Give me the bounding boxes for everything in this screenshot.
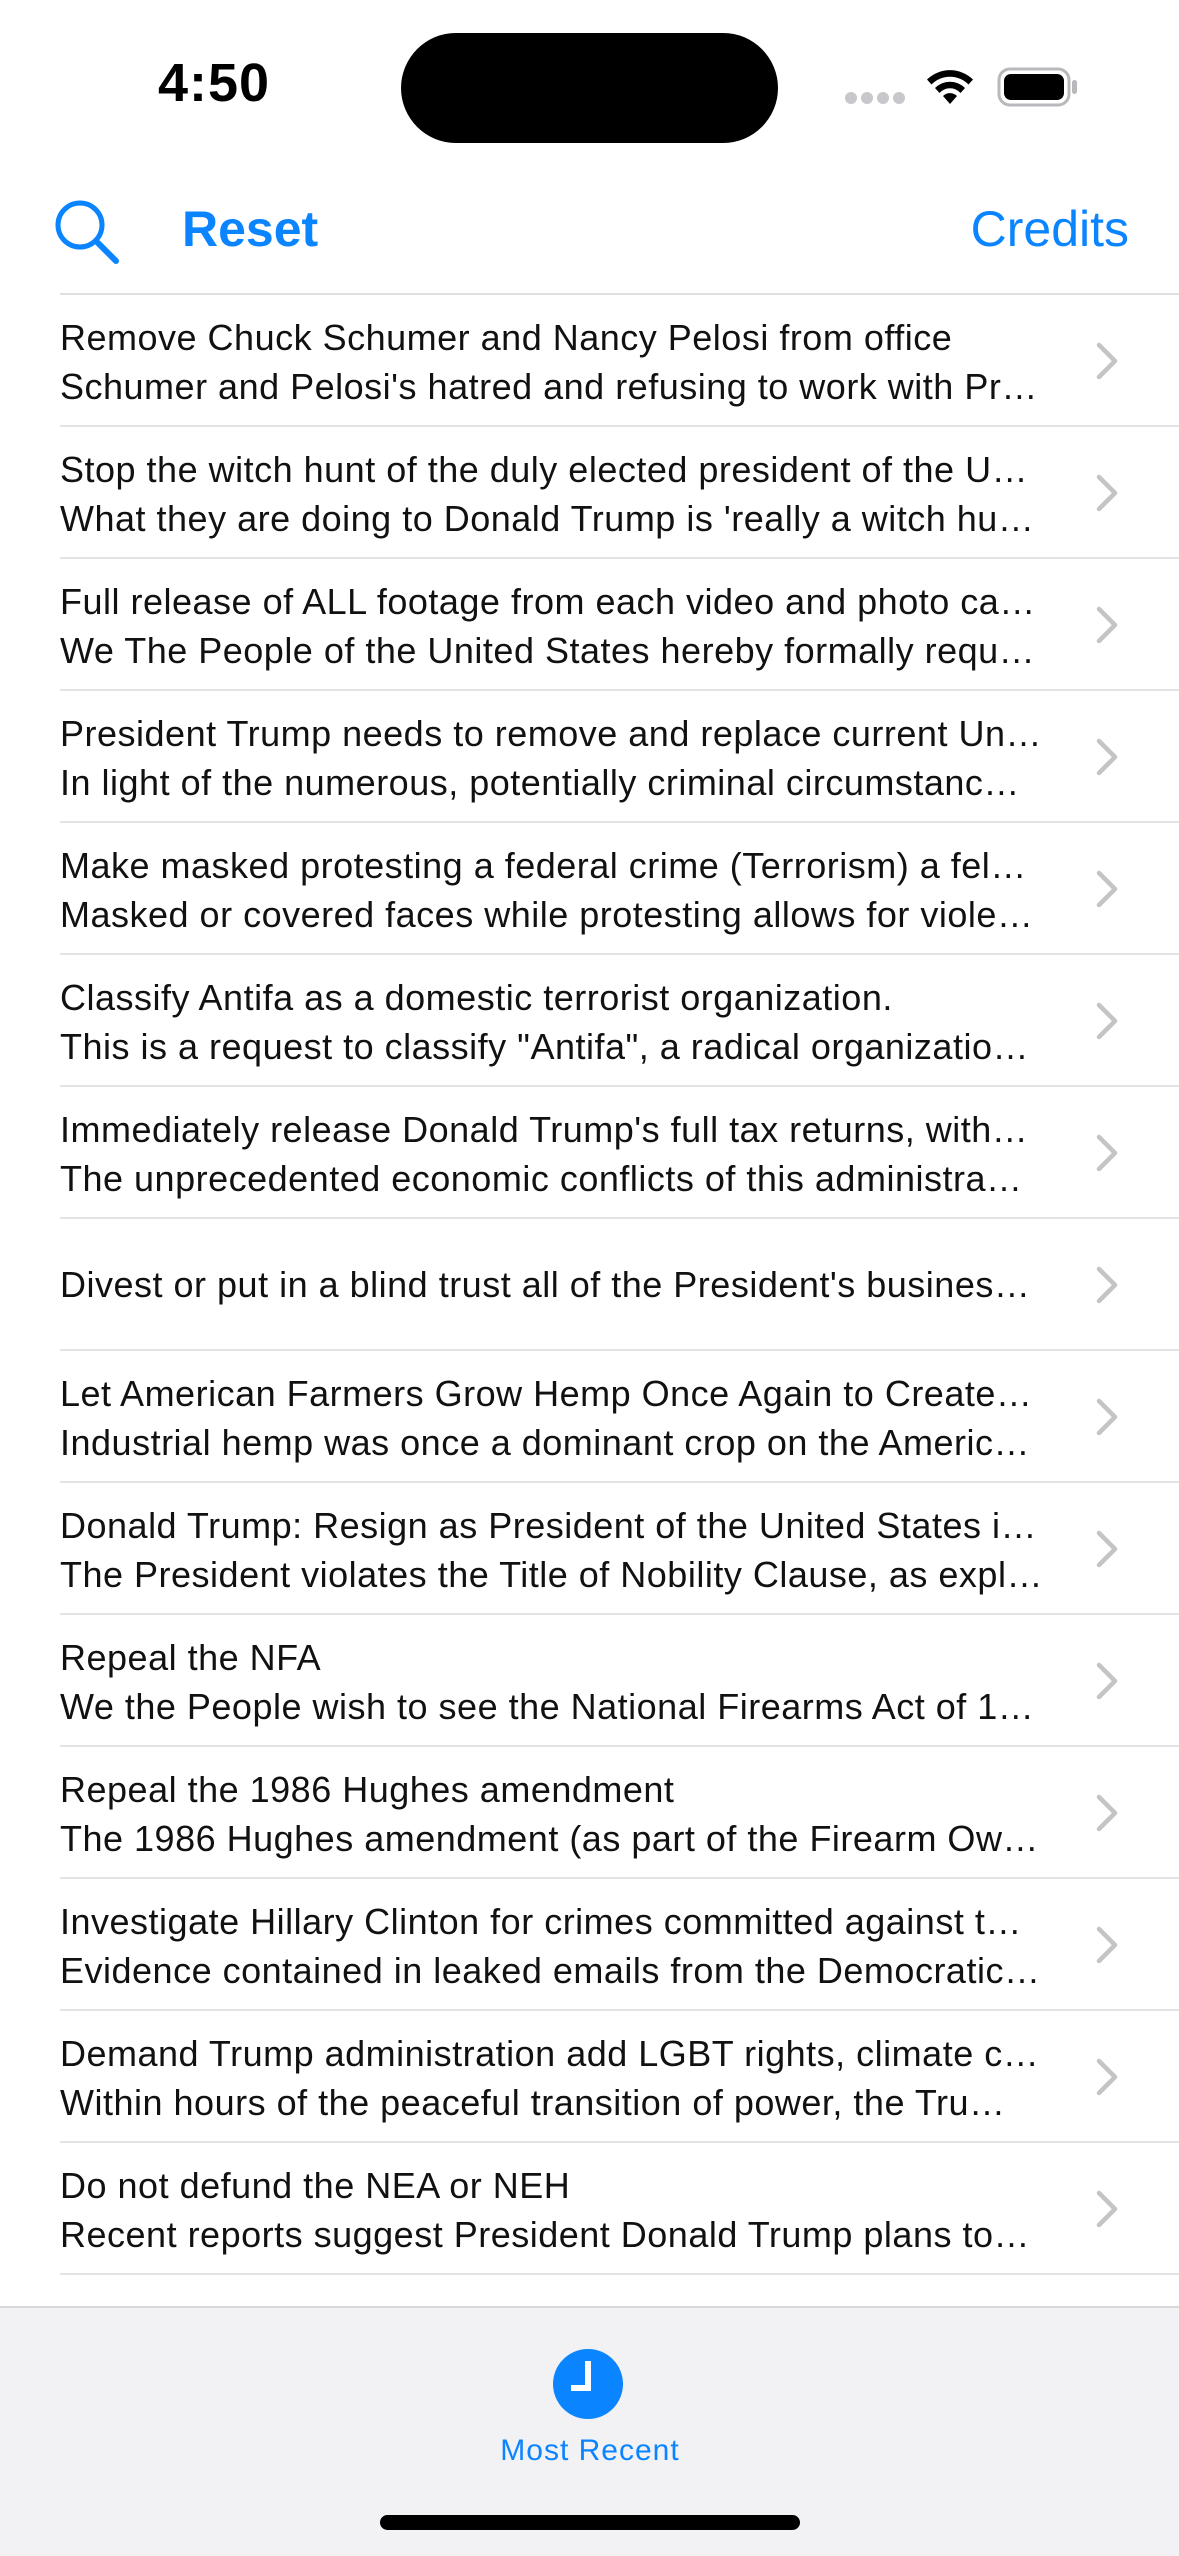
petition-subtitle: In light of the numerous, potentially cr…	[60, 762, 1020, 803]
petition-subtitle: The unprecedented economic conflicts of …	[60, 1158, 1023, 1199]
petition-subtitle: What they are doing to Donald Trump is '…	[60, 498, 1035, 539]
petition-subtitle: Masked or covered faces while protesting…	[60, 894, 1034, 935]
navigation-bar: Reset Credits	[0, 170, 1179, 293]
petition-row[interactable]: Remove Chuck Schumer and Nancy Pelosi fr…	[0, 295, 1179, 427]
petition-row[interactable]: Repeal the NFA We the People wish to see …	[0, 1615, 1179, 1747]
petition-subtitle: Within hours of the peaceful transition …	[60, 2082, 1006, 2123]
chevron-right-icon	[1096, 1002, 1118, 1040]
petition-text: Stop the witch hunt of the duly elected …	[60, 445, 1060, 543]
petition-subtitle: Evidence contained in leaked emails from…	[60, 1950, 1041, 1991]
petition-row[interactable]: Repeal the 1986 Hughes amendment The 1986…	[0, 1747, 1179, 1879]
petition-text: Investigate Hillary Clinton for crimes c…	[60, 1897, 1060, 1995]
chevron-right-icon	[1096, 870, 1118, 908]
petition-text: President Trump needs to remove and repl…	[60, 709, 1060, 807]
petition-text: Let American Farmers Grow Hemp Once Agai…	[60, 1369, 1060, 1467]
reset-button[interactable]: Reset	[182, 200, 318, 258]
petition-title: Donald Trump: Resign as President of the…	[60, 1505, 1037, 1546]
credits-button[interactable]: Credits	[971, 200, 1129, 258]
petition-title: Demand Trump administration add LGBT rig…	[60, 2033, 1040, 2074]
petition-subtitle: The President violates the Title of Nobi…	[60, 1554, 1043, 1595]
petition-title: Remove Chuck Schumer and Nancy Pelosi fr…	[60, 317, 953, 358]
petition-row[interactable]: Divest or put in a blind trust all of th…	[0, 1219, 1179, 1351]
chevron-right-icon	[1096, 2058, 1118, 2096]
petition-list: Remove Chuck Schumer and Nancy Pelosi fr…	[0, 295, 1179, 2407]
chevron-right-icon	[1096, 1266, 1118, 1304]
petition-text: Remove Chuck Schumer and Nancy Pelosi fr…	[60, 313, 1060, 411]
petition-title: Classify Antifa as a domestic terrorist …	[60, 977, 893, 1018]
chevron-right-icon	[1096, 1926, 1118, 1964]
chevron-right-icon	[1096, 474, 1118, 512]
petition-title: Repeal the 1986 Hughes amendment	[60, 1769, 675, 1810]
petition-title: Repeal the NFA	[60, 1637, 322, 1678]
chevron-right-icon	[1096, 606, 1118, 644]
chevron-right-icon	[1096, 1662, 1118, 1700]
chevron-right-icon	[1096, 738, 1118, 776]
petition-subtitle: The 1986 Hughes amendment (as part of th…	[60, 1818, 1039, 1859]
chevron-right-icon	[1096, 2190, 1118, 2228]
status-bar: 4:50	[0, 0, 1179, 170]
petition-row[interactable]: Full release of ALL footage from each vi…	[0, 559, 1179, 691]
chevron-right-icon	[1096, 1398, 1118, 1436]
petition-text: Full release of ALL footage from each vi…	[60, 577, 1060, 675]
wifi-icon	[927, 70, 973, 104]
petition-text: Repeal the 1986 Hughes amendment The 1986…	[60, 1765, 1060, 1863]
petition-row[interactable]: Investigate Hillary Clinton for crimes c…	[0, 1879, 1179, 2011]
clock-icon	[553, 2349, 623, 2419]
petition-subtitle: Industrial hemp was once a dominant crop…	[60, 1422, 1030, 1463]
screen: 4:50 Reset Credits Remove Chuck Schumer …	[0, 0, 1179, 2556]
petition-text: Repeal the NFA We the People wish to see …	[60, 1633, 1060, 1731]
petition-text: Classify Antifa as a domestic terrorist …	[60, 973, 1060, 1071]
petition-title: Stop the witch hunt of the duly elected …	[60, 449, 1029, 490]
status-time: 4:50	[158, 53, 271, 113]
petition-subtitle: Schumer and Pelosi's hatred and refusing…	[60, 366, 1038, 407]
petition-text: Demand Trump administration add LGBT rig…	[60, 2029, 1060, 2127]
tab-most-recent[interactable]: Most Recent	[430, 2328, 750, 2478]
chevron-right-icon	[1096, 1794, 1118, 1832]
petition-row[interactable]: Demand Trump administration add LGBT rig…	[0, 2011, 1179, 2143]
petition-text: Make masked protesting a federal crime (…	[60, 841, 1060, 939]
search-icon[interactable]	[52, 197, 120, 265]
chevron-right-icon	[1096, 1530, 1118, 1568]
petition-row[interactable]: Do not defund the NEA or NEH Recent repor…	[0, 2143, 1179, 2275]
battery-icon	[997, 67, 1077, 107]
petition-row[interactable]: Immediately release Donald Trump's full …	[0, 1087, 1179, 1219]
petition-text: Do not defund the NEA or NEH Recent repor…	[60, 2161, 1060, 2259]
petition-subtitle: We The People of the United States hereb…	[60, 630, 1036, 671]
petition-row[interactable]: Stop the witch hunt of the duly elected …	[0, 427, 1179, 559]
tab-most-recent-label: Most Recent	[500, 2434, 680, 2467]
home-indicator	[380, 2515, 800, 2530]
petition-text: Divest or put in a blind trust all of th…	[60, 1260, 1060, 1309]
petition-row[interactable]: Make masked protesting a federal crime (…	[0, 823, 1179, 955]
chevron-right-icon	[1096, 342, 1118, 380]
petition-subtitle: We the People wish to see the National F…	[60, 1686, 1035, 1727]
petition-row[interactable]: Let American Farmers Grow Hemp Once Agai…	[0, 1351, 1179, 1483]
petition-title: President Trump needs to remove and repl…	[60, 713, 1042, 754]
petition-text: Immediately release Donald Trump's full …	[60, 1105, 1060, 1203]
petition-text: Donald Trump: Resign as President of the…	[60, 1501, 1060, 1599]
petition-row[interactable]: President Trump needs to remove and repl…	[0, 691, 1179, 823]
petition-title: Make masked protesting a federal crime (…	[60, 845, 1027, 886]
petition-subtitle: This is a request to classify "Antifa", …	[60, 1026, 1029, 1067]
chevron-right-icon	[1096, 1134, 1118, 1172]
petition-title: Investigate Hillary Clinton for crimes c…	[60, 1901, 1022, 1942]
petition-subtitle: Recent reports suggest President Donald …	[60, 2214, 1030, 2255]
petition-title: Let American Farmers Grow Hemp Once Agai…	[60, 1373, 1033, 1414]
petition-title: Divest or put in a blind trust all of th…	[60, 1264, 1031, 1305]
petition-title: Do not defund the NEA or NEH	[60, 2165, 571, 2206]
cellular-signal-icon	[845, 92, 905, 104]
petition-row[interactable]: Donald Trump: Resign as President of the…	[0, 1483, 1179, 1615]
petition-row[interactable]: Classify Antifa as a domestic terrorist …	[0, 955, 1179, 1087]
petition-title: Full release of ALL footage from each vi…	[60, 581, 1036, 622]
dynamic-island	[401, 33, 778, 143]
petition-title: Immediately release Donald Trump's full …	[60, 1109, 1029, 1150]
